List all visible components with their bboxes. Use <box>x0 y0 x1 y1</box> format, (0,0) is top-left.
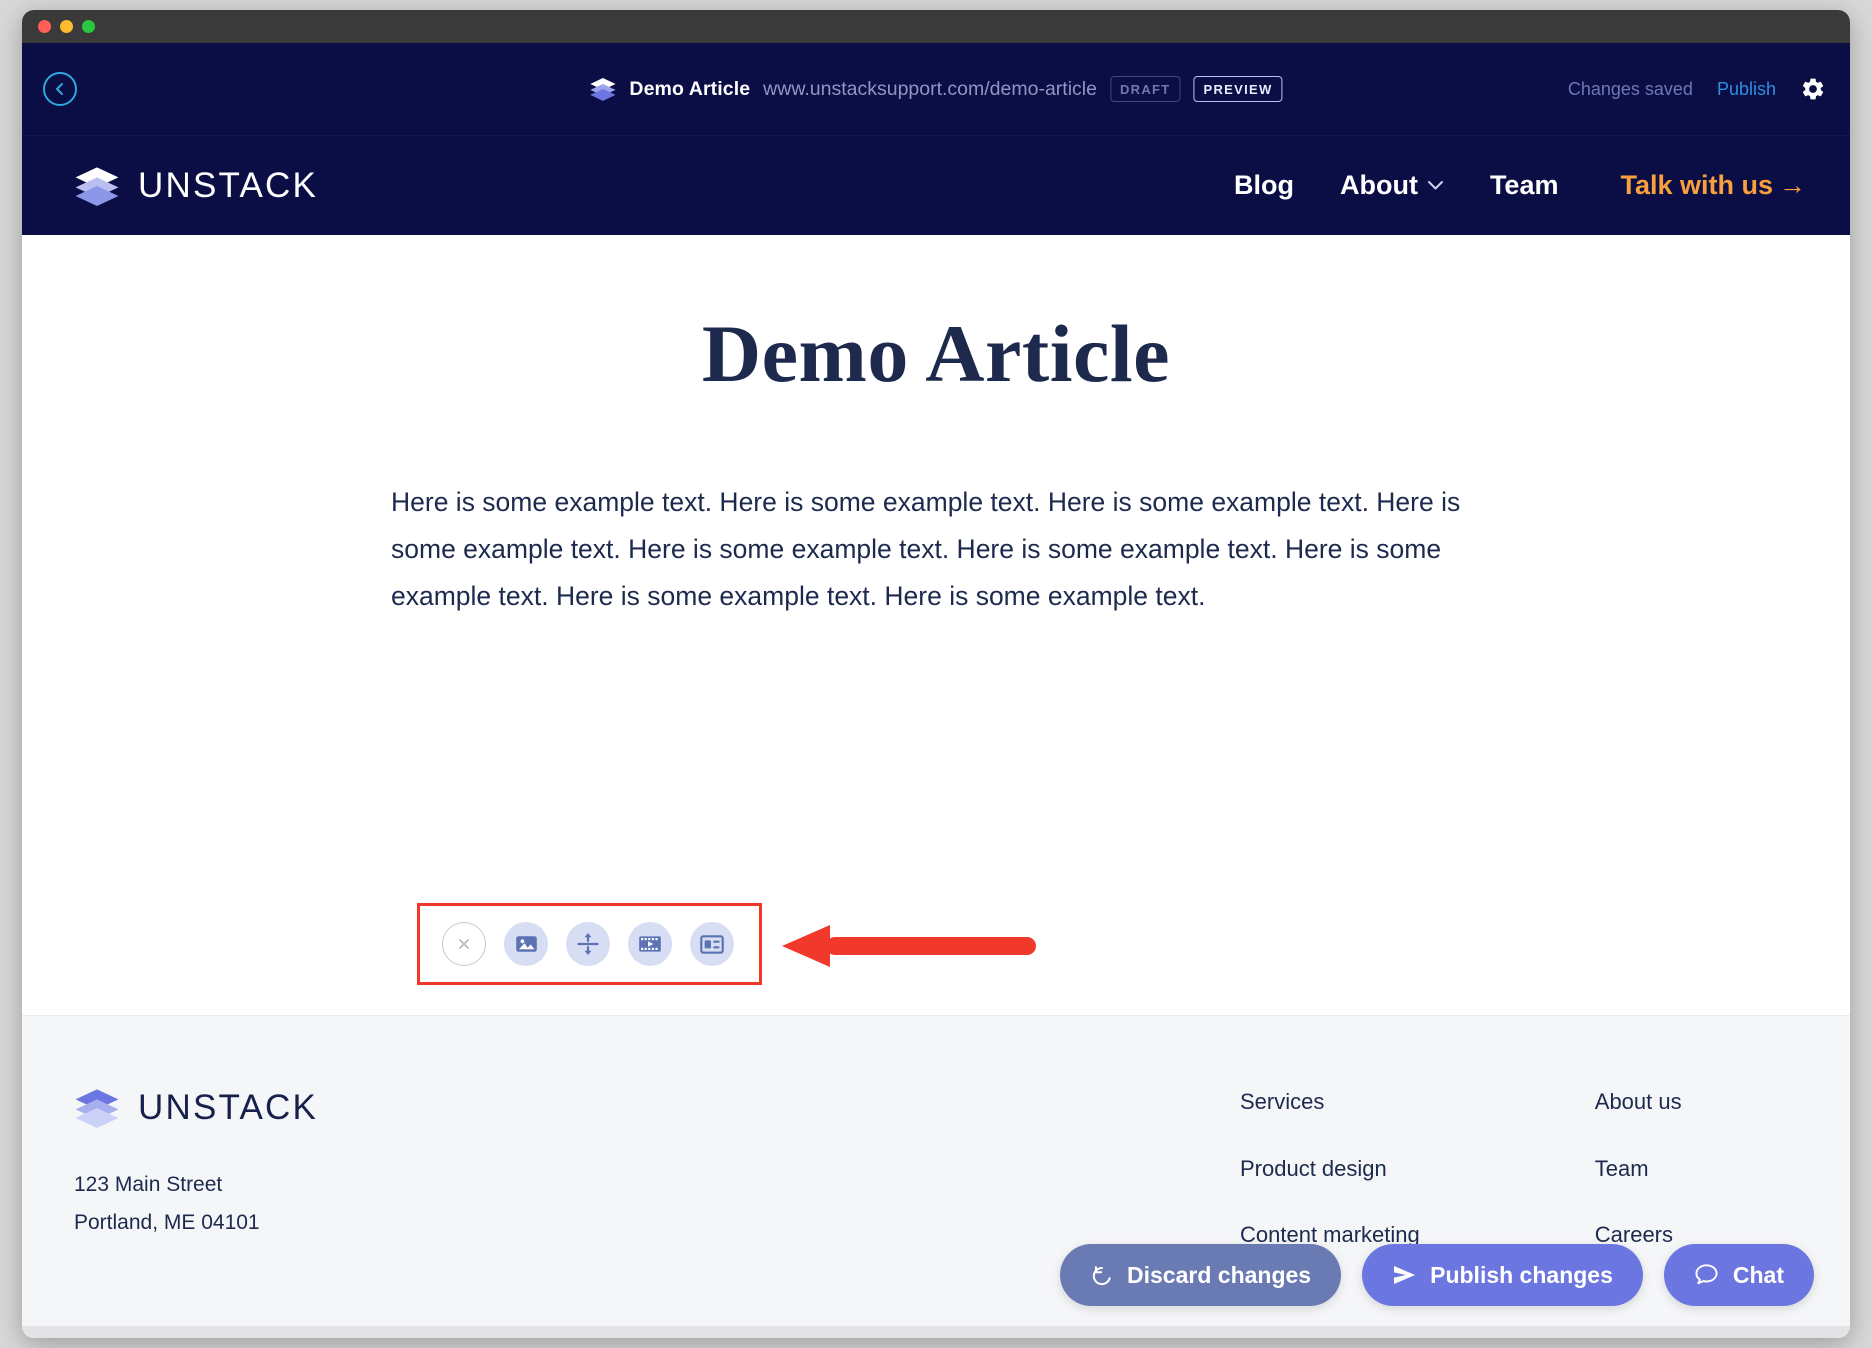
site-footer: UNSTACK 123 Main Street Portland, ME 041… <box>22 1015 1850 1338</box>
nav-item-label: Team <box>1490 170 1559 201</box>
back-button[interactable] <box>43 72 77 106</box>
image-icon[interactable] <box>504 922 548 966</box>
unstack-layers-icon <box>589 77 616 101</box>
publish-changes-button[interactable]: Publish changes <box>1362 1244 1643 1306</box>
window-close-button[interactable] <box>38 20 51 33</box>
site-header: UNSTACK Blog About Team Talk with us → <box>22 135 1850 235</box>
gear-icon[interactable] <box>1800 76 1826 102</box>
nav-item-label: Blog <box>1234 170 1294 201</box>
footer-link[interactable]: Product design <box>1240 1156 1420 1182</box>
page-bottom-scrollbar[interactable] <box>22 1326 1850 1338</box>
close-icon[interactable] <box>442 922 486 966</box>
editor-toolbar: Demo Article www.unstacksupport.com/demo… <box>22 43 1850 135</box>
editor-toolbar-actions: Changes saved Publish <box>1568 76 1826 102</box>
changes-saved-status: Changes saved <box>1568 79 1693 100</box>
browser-window: Demo Article www.unstacksupport.com/demo… <box>22 10 1850 1338</box>
chat-button[interactable]: Chat <box>1664 1244 1814 1306</box>
status-badge-draft[interactable]: DRAFT <box>1110 76 1181 102</box>
document-meta: Demo Article www.unstacksupport.com/demo… <box>589 76 1282 102</box>
nav-cta-talk-with-us[interactable]: Talk with us → <box>1620 170 1806 201</box>
publish-link[interactable]: Publish <box>1717 79 1776 100</box>
article-body-paragraph[interactable]: Here is some example text. Here is some … <box>391 479 1481 620</box>
site-nav: Blog About Team Talk with us → <box>1234 170 1806 201</box>
site-logo[interactable]: UNSTACK <box>74 166 318 206</box>
nav-item-team[interactable]: Team <box>1490 170 1559 201</box>
discard-changes-label: Discard changes <box>1127 1262 1311 1289</box>
footer-column-heading: Services <box>1240 1089 1420 1115</box>
status-badge-preview[interactable]: PREVIEW <box>1194 76 1283 102</box>
footer-link[interactable]: Team <box>1595 1156 1682 1182</box>
window-titlebar <box>22 10 1850 43</box>
chevron-left-icon <box>53 81 67 97</box>
nav-item-blog[interactable]: Blog <box>1234 170 1294 201</box>
publish-changes-label: Publish changes <box>1430 1262 1613 1289</box>
insert-block-toolbar <box>417 903 762 985</box>
form-icon[interactable] <box>690 922 734 966</box>
document-url: www.unstacksupport.com/demo-article <box>763 78 1097 101</box>
nav-item-label: About <box>1340 170 1418 201</box>
unstack-layers-icon <box>74 1088 120 1128</box>
undo-icon <box>1090 1264 1113 1287</box>
footer-column-heading: About us <box>1595 1089 1682 1115</box>
chevron-down-icon <box>1427 180 1444 191</box>
document-title: Demo Article <box>629 78 750 101</box>
discard-changes-button[interactable]: Discard changes <box>1060 1244 1341 1306</box>
floating-action-bar: Discard changes Publish changes Chat <box>1060 1244 1814 1306</box>
unstack-layers-icon <box>74 166 120 206</box>
video-icon[interactable] <box>628 922 672 966</box>
window-zoom-button[interactable] <box>82 20 95 33</box>
nav-item-about[interactable]: About <box>1340 170 1444 201</box>
article-canvas: Demo Article Here is some example text. … <box>22 235 1850 1015</box>
annotation-arrow-icon <box>782 925 1047 967</box>
footer-brand-name: UNSTACK <box>138 1088 318 1128</box>
chat-label: Chat <box>1733 1262 1784 1289</box>
brand-name: UNSTACK <box>138 166 318 206</box>
window-minimize-button[interactable] <box>60 20 73 33</box>
nav-cta-label: Talk with us <box>1620 170 1773 201</box>
page-title[interactable]: Demo Article <box>22 307 1850 401</box>
arrow-right-icon: → <box>1779 170 1806 201</box>
chat-bubble-icon <box>1694 1263 1719 1287</box>
send-icon <box>1392 1264 1416 1286</box>
spacer-icon[interactable] <box>566 922 610 966</box>
